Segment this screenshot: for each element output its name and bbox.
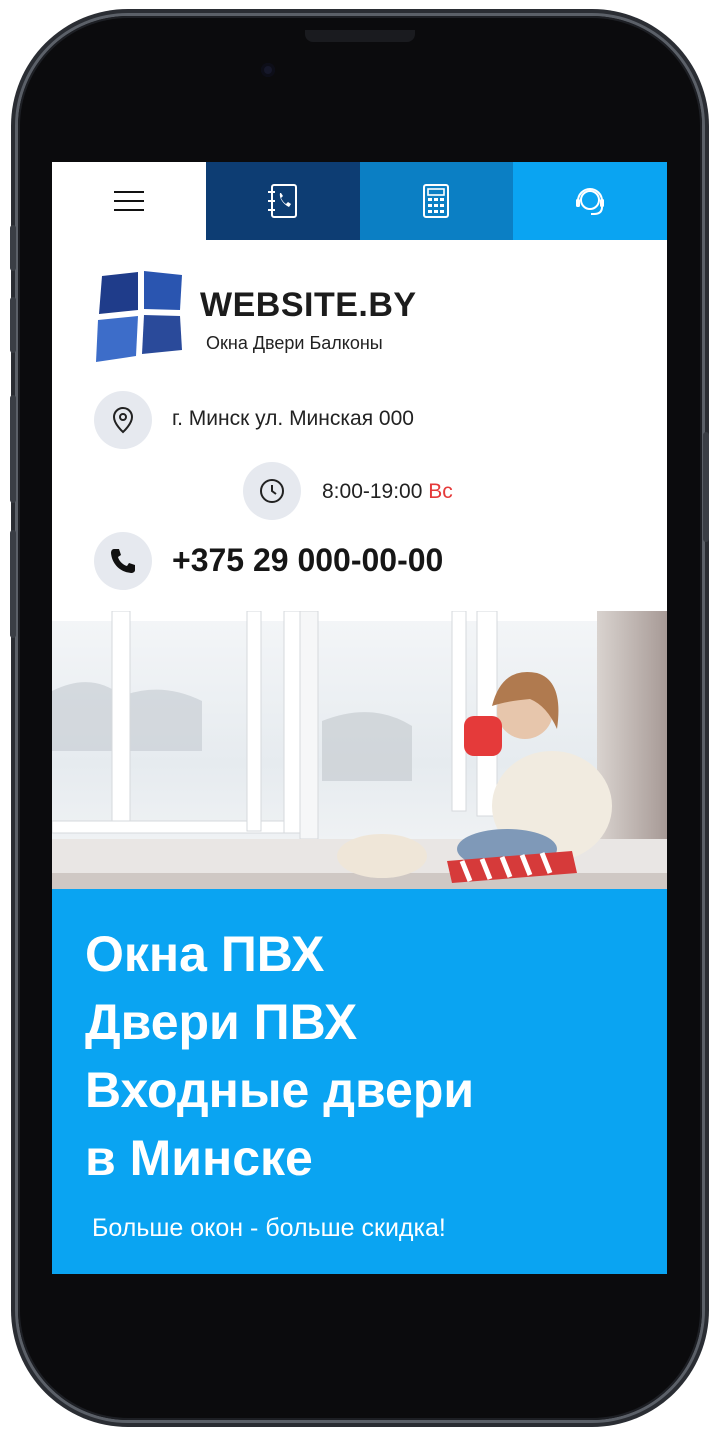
headline-line-1: Окна ПВХ [85, 926, 325, 982]
company-logo [96, 271, 182, 362]
top-navigation-bar [52, 162, 667, 240]
contacts-button[interactable] [205, 162, 360, 240]
day-off: Вс [428, 480, 453, 503]
side-button-power [703, 432, 709, 542]
clock-icon [260, 479, 284, 503]
location-circle [94, 391, 152, 449]
side-button-action [10, 225, 16, 271]
side-button-volume-down-2 [10, 530, 16, 638]
headline-line-4: в Минске [85, 1130, 313, 1186]
location-pin-icon [112, 406, 134, 434]
support-headset-icon [576, 188, 605, 215]
phone-number-link[interactable]: +375 29 000-00-00 [172, 542, 443, 579]
speaker-notch [305, 30, 415, 42]
calculator-icon [423, 184, 450, 218]
screen: WEBSITE.BY Окна Двери Балконы г. Минск у… [52, 162, 667, 1274]
hours-value: 8:00-19:00 [322, 480, 423, 503]
side-button-volume-down [10, 395, 16, 503]
promo-banner: Окна ПВХ Двери ПВХ Входные двери в Минск… [52, 889, 667, 1274]
working-hours: 8:00-19:00 Вс [322, 480, 453, 504]
support-button[interactable] [513, 162, 667, 240]
menu-button[interactable] [52, 162, 206, 240]
phone-handset-icon [111, 549, 135, 573]
phone-book-icon [267, 184, 297, 218]
menu-icon [113, 184, 144, 218]
headline-line-2: Двери ПВХ [85, 994, 358, 1050]
promo-tagline: Больше окон - больше скидка! [92, 1214, 446, 1242]
calculator-button[interactable] [359, 162, 514, 240]
front-camera [261, 63, 275, 77]
brand-subtitle: Окна Двери Балконы [206, 333, 383, 353]
side-button-volume-up [10, 297, 16, 353]
clock-circle [243, 462, 301, 520]
headline-line-3: Входные двери [85, 1062, 475, 1118]
brand-title[interactable]: WEBSITE.BY [200, 286, 417, 325]
address-text: г. Минск ул. Минская 000 [172, 407, 414, 430]
hero-image-child-by-window [52, 611, 667, 889]
phone-circle[interactable] [94, 532, 152, 590]
